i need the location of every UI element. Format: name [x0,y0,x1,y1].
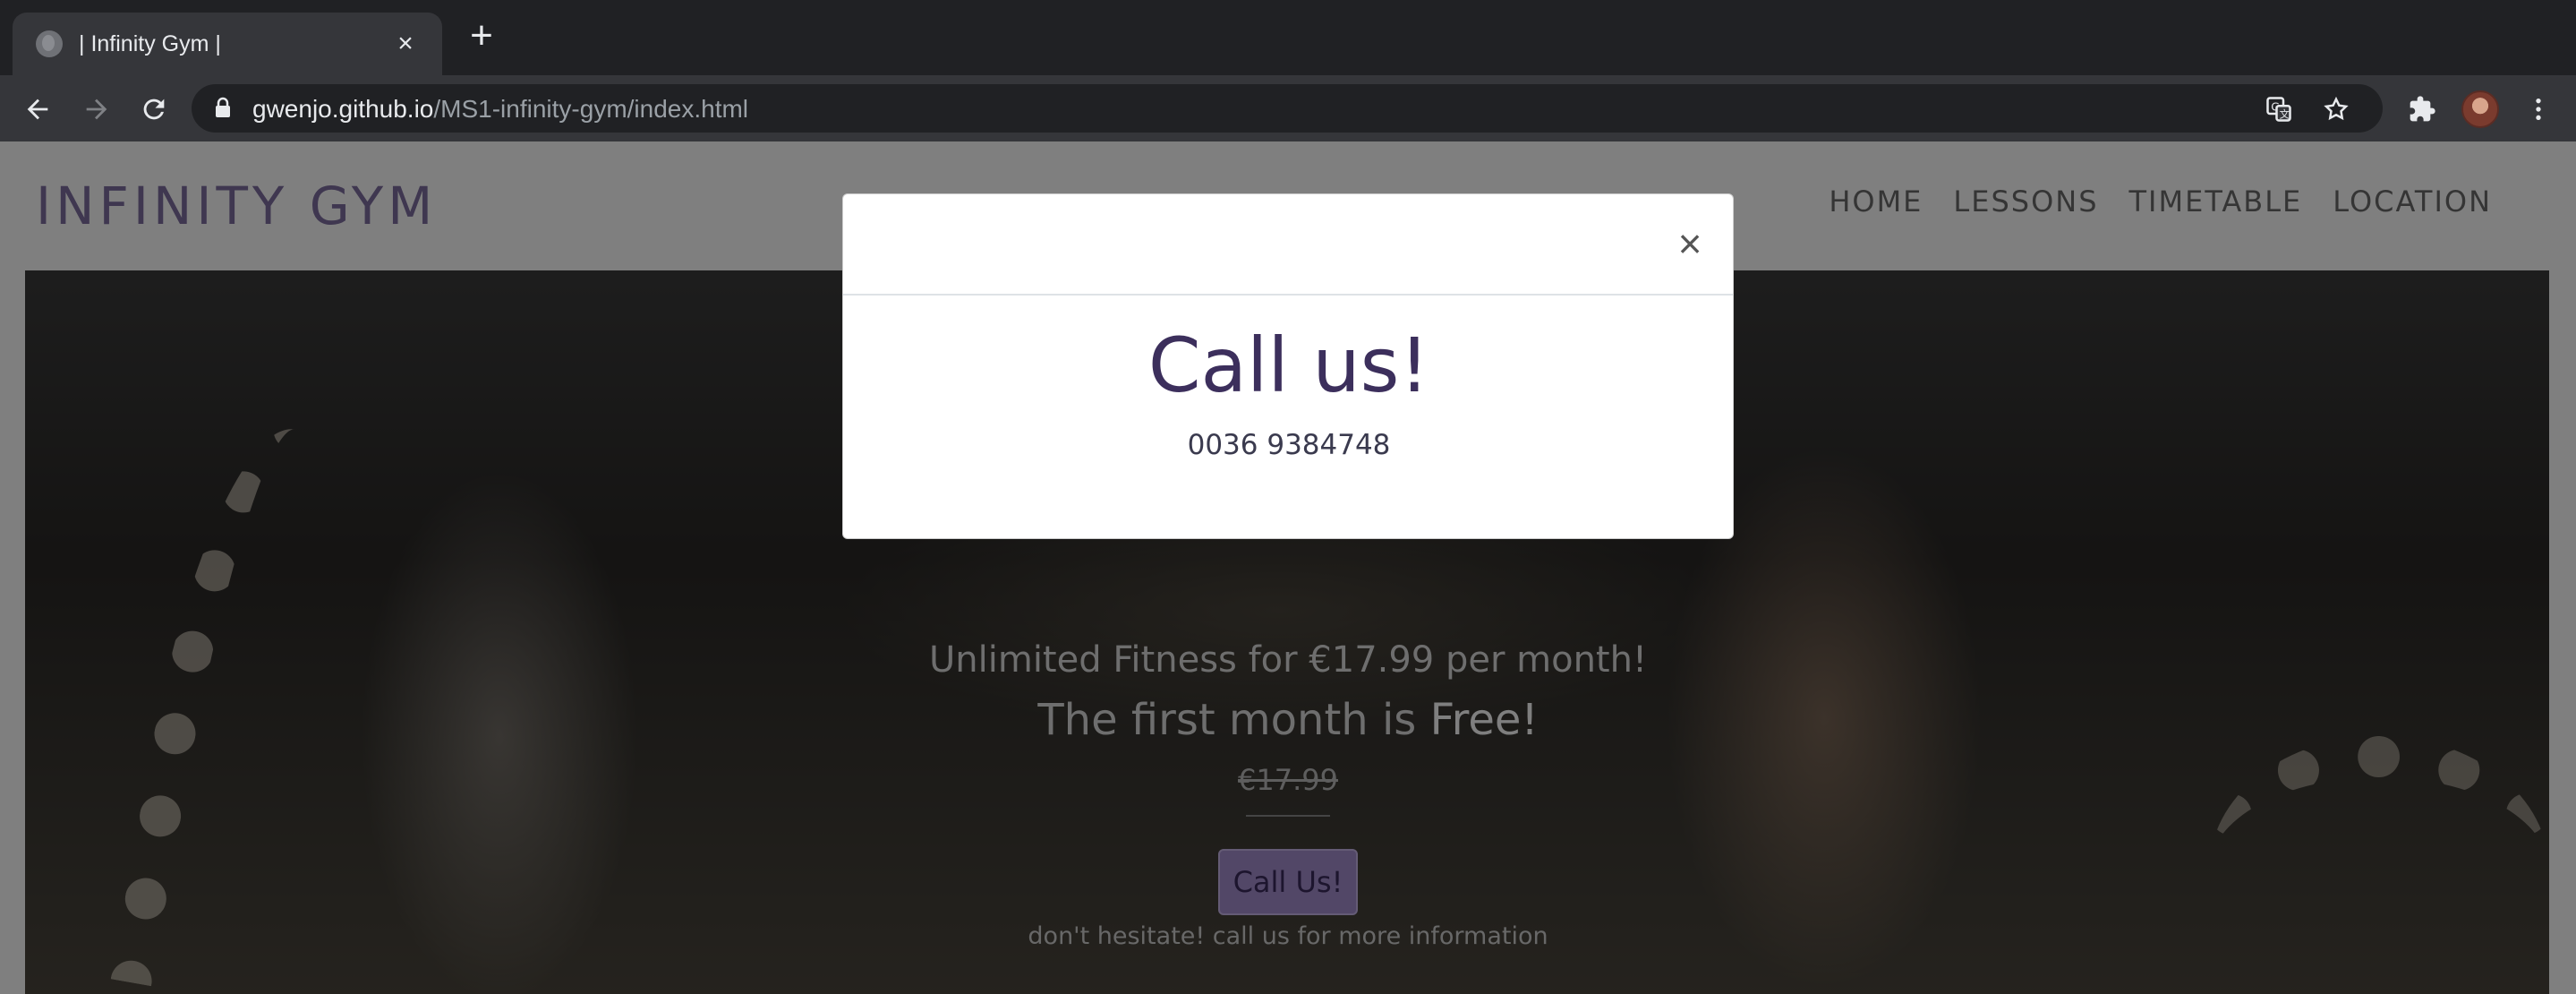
back-button[interactable] [18,90,57,129]
profile-avatar[interactable] [2461,90,2499,128]
modal-title: Call us! [1147,321,1430,409]
browser-tab[interactable]: | Infinity Gym | × [13,13,442,75]
url-text: gwenjo.github.io/MS1-infinity-gym/index.… [252,95,748,124]
url-domain: gwenjo.github.io [252,95,434,123]
translate-icon[interactable]: G文 [2265,95,2293,124]
modal-header: × [843,194,1733,296]
globe-icon [36,30,63,57]
close-tab-icon[interactable]: × [390,30,421,57]
browser-toolbar: gwenjo.github.io/MS1-infinity-gym/index.… [0,75,2576,141]
new-tab-button[interactable]: + [464,16,499,56]
svg-text:文: 文 [2280,107,2290,120]
address-bar[interactable]: gwenjo.github.io/MS1-infinity-gym/index.… [192,84,2383,133]
more-menu-icon[interactable] [2522,93,2555,125]
extensions-puzzle-icon[interactable] [2406,93,2438,125]
modal-close-button[interactable]: × [1672,223,1708,264]
url-path: /MS1-infinity-gym/index.html [433,95,749,123]
call-us-modal: × Call us! 0036 9384748 [842,193,1734,539]
star-bookmark-icon[interactable] [2322,95,2350,124]
browser-tabstrip: | Infinity Gym | × + [0,0,2576,75]
lock-icon [216,97,230,117]
reload-icon [143,99,165,120]
modal-phone-number: 0036 9384748 [1187,429,1391,461]
arrow-right-icon [86,99,107,120]
arrow-left-icon [27,99,48,120]
tab-title: | Infinity Gym | [79,30,221,56]
forward-button[interactable] [77,90,116,129]
reload-button[interactable] [134,90,174,129]
